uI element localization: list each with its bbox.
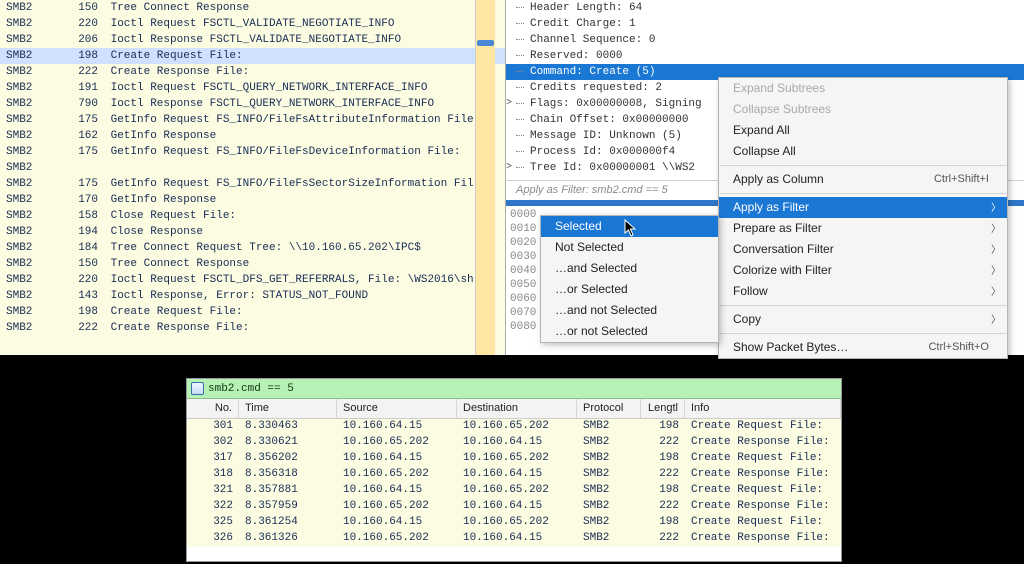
packet-list-row[interactable]: 3258.36125410.160.64.1510.160.65.202SMB2… bbox=[187, 515, 841, 531]
apply-as-filter-submenu[interactable]: SelectedNot Selected…and Selected…or Sel… bbox=[540, 215, 719, 343]
column-header-length[interactable]: Lengtl bbox=[641, 399, 685, 418]
packet-list-row[interactable]: SMB2170 GetInfo Response bbox=[0, 192, 505, 208]
packet-list-row[interactable]: SMB2158 Close Request File: bbox=[0, 208, 505, 224]
display-filter-input[interactable]: smb2.cmd == 5 bbox=[208, 383, 294, 395]
packet-list-row[interactable]: SMB2220 Ioctl Request FSCTL_DFS_GET_REFE… bbox=[0, 272, 505, 288]
column-header-source[interactable]: Source bbox=[337, 399, 457, 418]
packet-list-row[interactable]: SMB2162 GetInfo Response bbox=[0, 128, 505, 144]
packet-list-row[interactable]: 3188.35631810.160.65.20210.160.64.15SMB2… bbox=[187, 467, 841, 483]
tree-node[interactable]: Header Length: 64 bbox=[506, 0, 1024, 16]
packet-list-row[interactable]: 3268.36132610.160.65.20210.160.64.15SMB2… bbox=[187, 531, 841, 547]
menu-item[interactable]: Show Packet Bytes…Ctrl+Shift+O bbox=[719, 337, 1007, 358]
submenu-item[interactable]: …and not Selected bbox=[541, 300, 718, 321]
packet-list-row[interactable]: 3018.33046310.160.64.1510.160.65.202SMB2… bbox=[187, 419, 841, 435]
column-header-time[interactable]: Time bbox=[239, 399, 337, 418]
menu-separator bbox=[720, 193, 1006, 194]
column-header-protocol[interactable]: Protocol bbox=[577, 399, 641, 418]
packet-list-row[interactable]: SMB2150 Tree Connect Response bbox=[0, 0, 505, 16]
column-header-info[interactable]: Info bbox=[685, 399, 841, 418]
menu-item[interactable]: Apply as ColumnCtrl+Shift+I bbox=[719, 169, 1007, 190]
submenu-item[interactable]: …or Selected bbox=[541, 279, 718, 300]
column-header-destination[interactable]: Destination bbox=[457, 399, 577, 418]
context-menu[interactable]: Expand SubtreesCollapse SubtreesExpand A… bbox=[718, 77, 1008, 359]
submenu-item[interactable]: …or not Selected bbox=[541, 321, 718, 342]
packet-list-row[interactable]: SMB2206 Ioctl Response FSCTL_VALIDATE_NE… bbox=[0, 32, 505, 48]
packet-list-row[interactable]: SMB2194 Close Response bbox=[0, 224, 505, 240]
menu-item[interactable]: Collapse All bbox=[719, 141, 1007, 162]
submenu-item[interactable]: …and Selected bbox=[541, 258, 718, 279]
menu-item[interactable]: Expand All bbox=[719, 120, 1007, 141]
packet-list-row[interactable]: 3178.35620210.160.64.1510.160.65.202SMB2… bbox=[187, 451, 841, 467]
tree-node[interactable]: Credit Charge: 1 bbox=[506, 16, 1024, 32]
packet-list-pane[interactable]: SMB2150 Tree Connect ResponseSMB2220 Ioc… bbox=[0, 0, 505, 355]
packet-list-row[interactable]: SMB2198 Create Request File: bbox=[0, 304, 505, 320]
menu-separator bbox=[720, 305, 1006, 306]
menu-item: Expand Subtrees bbox=[719, 78, 1007, 99]
packet-list-row[interactable]: SMB2220 Ioctl Request FSCTL_VALIDATE_NEG… bbox=[0, 16, 505, 32]
menu-separator bbox=[720, 165, 1006, 166]
packet-list-row[interactable]: SMB2191 Ioctl Request FSCTL_QUERY_NETWOR… bbox=[0, 80, 505, 96]
menu-item[interactable]: Conversation Filter〉 bbox=[719, 239, 1007, 260]
packet-list-row[interactable]: SMB2143 Ioctl Response, Error: STATUS_NO… bbox=[0, 288, 505, 304]
filtered-packet-list[interactable]: smb2.cmd == 5 No. Time Source Destinatio… bbox=[186, 378, 842, 562]
menu-item[interactable]: Prepare as Filter〉 bbox=[719, 218, 1007, 239]
display-filter-bar[interactable]: smb2.cmd == 5 bbox=[187, 379, 841, 399]
menu-item[interactable]: Follow〉 bbox=[719, 281, 1007, 302]
packet-list-row[interactable]: SMB2175 GetInfo Request FS_INFO/FileFsAt… bbox=[0, 112, 505, 128]
packet-list-row[interactable]: SMB2175 GetInfo Request FS_INFO/FileFsDe… bbox=[0, 144, 505, 160]
packet-list-row[interactable]: 3228.35795910.160.65.20210.160.64.15SMB2… bbox=[187, 499, 841, 515]
tree-node[interactable]: Channel Sequence: 0 bbox=[506, 32, 1024, 48]
packet-list-row[interactable]: 3218.35788110.160.64.1510.160.65.202SMB2… bbox=[187, 483, 841, 499]
menu-item[interactable]: Colorize with Filter〉 bbox=[719, 260, 1007, 281]
packet-list-row[interactable]: SMB2150 Tree Connect Response bbox=[0, 256, 505, 272]
packet-list-row[interactable]: SMB2790 Ioctl Response FSCTL_QUERY_NETWO… bbox=[0, 96, 505, 112]
packet-list-row[interactable]: SMB2198 Create Request File: bbox=[0, 48, 505, 64]
packet-list-scroll-marker bbox=[475, 0, 495, 355]
menu-item[interactable]: Copy〉 bbox=[719, 309, 1007, 330]
packet-list-row[interactable]: SMB2222 Create Response File: bbox=[0, 64, 505, 80]
submenu-item[interactable]: Not Selected bbox=[541, 237, 718, 258]
packet-list-row[interactable]: SMB2184 Tree Connect Request Tree: \\10.… bbox=[0, 240, 505, 256]
menu-separator bbox=[720, 333, 1006, 334]
tree-node[interactable]: Reserved: 0000 bbox=[506, 48, 1024, 64]
packet-list-row[interactable]: SMB2 bbox=[0, 160, 505, 176]
column-header-row[interactable]: No. Time Source Destination Protocol Len… bbox=[187, 399, 841, 419]
filter-bookmark-icon[interactable] bbox=[191, 382, 204, 395]
packet-list-row[interactable]: 3028.33062110.160.65.20210.160.64.15SMB2… bbox=[187, 435, 841, 451]
packet-list-row[interactable]: SMB2175 GetInfo Request FS_INFO/FileFsSe… bbox=[0, 176, 505, 192]
menu-item: Collapse Subtrees bbox=[719, 99, 1007, 120]
submenu-item[interactable]: Selected bbox=[541, 216, 718, 237]
packet-list-row[interactable]: SMB2222 Create Response File: bbox=[0, 320, 505, 336]
column-header-no[interactable]: No. bbox=[187, 399, 239, 418]
menu-item[interactable]: Apply as Filter〉 bbox=[719, 197, 1007, 218]
